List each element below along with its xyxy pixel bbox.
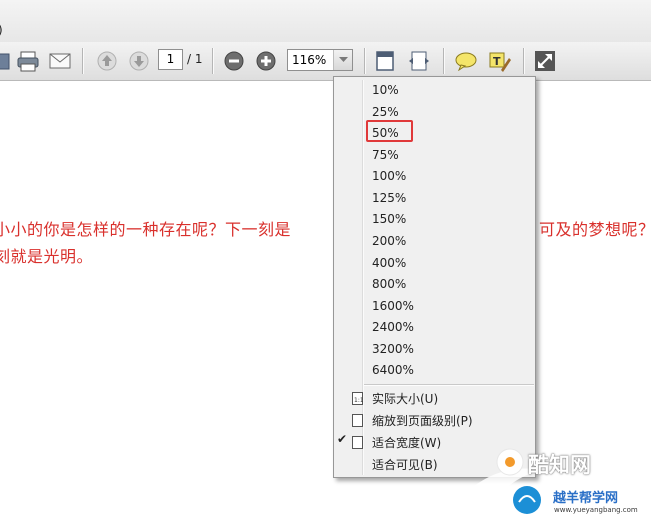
- fit-visible-option[interactable]: 适合可见(B): [372, 456, 438, 473]
- menu-divider: [364, 384, 534, 385]
- watermark-brand: 酷知网: [528, 453, 591, 477]
- zoom-option[interactable]: 100%: [372, 169, 406, 183]
- zoom-out-icon[interactable]: [221, 49, 247, 73]
- menu-bar: ): [0, 0, 651, 43]
- zoom-in-icon[interactable]: [253, 49, 279, 73]
- zoom-option[interactable]: 6400%: [372, 363, 414, 377]
- svg-text:1:1: 1:1: [354, 397, 363, 404]
- zoom-option[interactable]: 2400%: [372, 320, 414, 334]
- watermark-subtitle: 越羊帮学网: [553, 491, 619, 506]
- toolbar-separator: [364, 48, 365, 74]
- zoom-option[interactable]: 200%: [372, 234, 406, 248]
- zoom-option[interactable]: 75%: [372, 148, 399, 162]
- fullscreen-icon[interactable]: [532, 49, 558, 73]
- zoom-option[interactable]: 1600%: [372, 299, 414, 313]
- svg-text:T: T: [493, 55, 501, 68]
- page-total: / 1: [187, 52, 203, 66]
- document-text-line1-right: 可及的梦想呢？: [539, 220, 651, 239]
- document-text-line2: 刻就是光明。: [0, 247, 94, 266]
- actual-size-icon: 1:1: [352, 390, 364, 409]
- zoom-option[interactable]: 10%: [372, 83, 399, 97]
- page-number-input[interactable]: 1: [158, 49, 183, 70]
- toolbar-separator: [443, 48, 444, 74]
- toolbar-separator: [82, 48, 83, 74]
- previous-page-icon[interactable]: [94, 49, 120, 73]
- print-icon[interactable]: [15, 49, 41, 73]
- email-icon[interactable]: [47, 49, 73, 73]
- fit-width-menu-icon: [352, 434, 363, 453]
- zoom-value: 116%: [292, 53, 327, 67]
- save-icon[interactable]: [0, 49, 14, 73]
- zoom-option[interactable]: 125%: [372, 191, 406, 205]
- zoom-option[interactable]: 3200%: [372, 342, 414, 356]
- watermark-url: www.yueyangbang.com: [554, 506, 638, 514]
- zoom-select[interactable]: 116%: [287, 49, 353, 71]
- zoom-option[interactable]: 800%: [372, 277, 406, 291]
- zoom-dropdown-menu: 10% 25% 50% 75% 100% 125% 150% 200% 400%…: [333, 76, 536, 478]
- toolbar-separator: [523, 48, 524, 74]
- menu-fragment: ): [0, 23, 3, 37]
- fit-page-icon[interactable]: [372, 49, 398, 73]
- document-text-line1-left: 小小的你是怎样的一种存在呢？下一刻是: [0, 220, 292, 239]
- fit-width-icon[interactable]: [406, 49, 432, 73]
- chevron-down-icon[interactable]: [333, 50, 352, 70]
- next-page-icon[interactable]: [126, 49, 152, 73]
- fit-width-option[interactable]: 适合宽度(W): [372, 434, 441, 451]
- highlight-annotation-box: [366, 120, 413, 142]
- fit-page-level-icon: [352, 412, 363, 431]
- watermark: 酷知网 越羊帮学网 www.yueyangbang.com: [455, 440, 651, 518]
- comment-icon[interactable]: [453, 49, 479, 73]
- toolbar-separator: [212, 48, 213, 74]
- zoom-option[interactable]: 400%: [372, 256, 406, 270]
- actual-size-option[interactable]: 实际大小(U): [372, 390, 438, 407]
- checkmark-icon: ✔: [337, 432, 348, 446]
- zoom-option[interactable]: 25%: [372, 105, 399, 119]
- zoom-option[interactable]: 150%: [372, 212, 406, 226]
- highlight-text-icon[interactable]: T: [486, 49, 512, 73]
- zoom-to-page-level-option[interactable]: 缩放到页面级别(P): [372, 412, 473, 429]
